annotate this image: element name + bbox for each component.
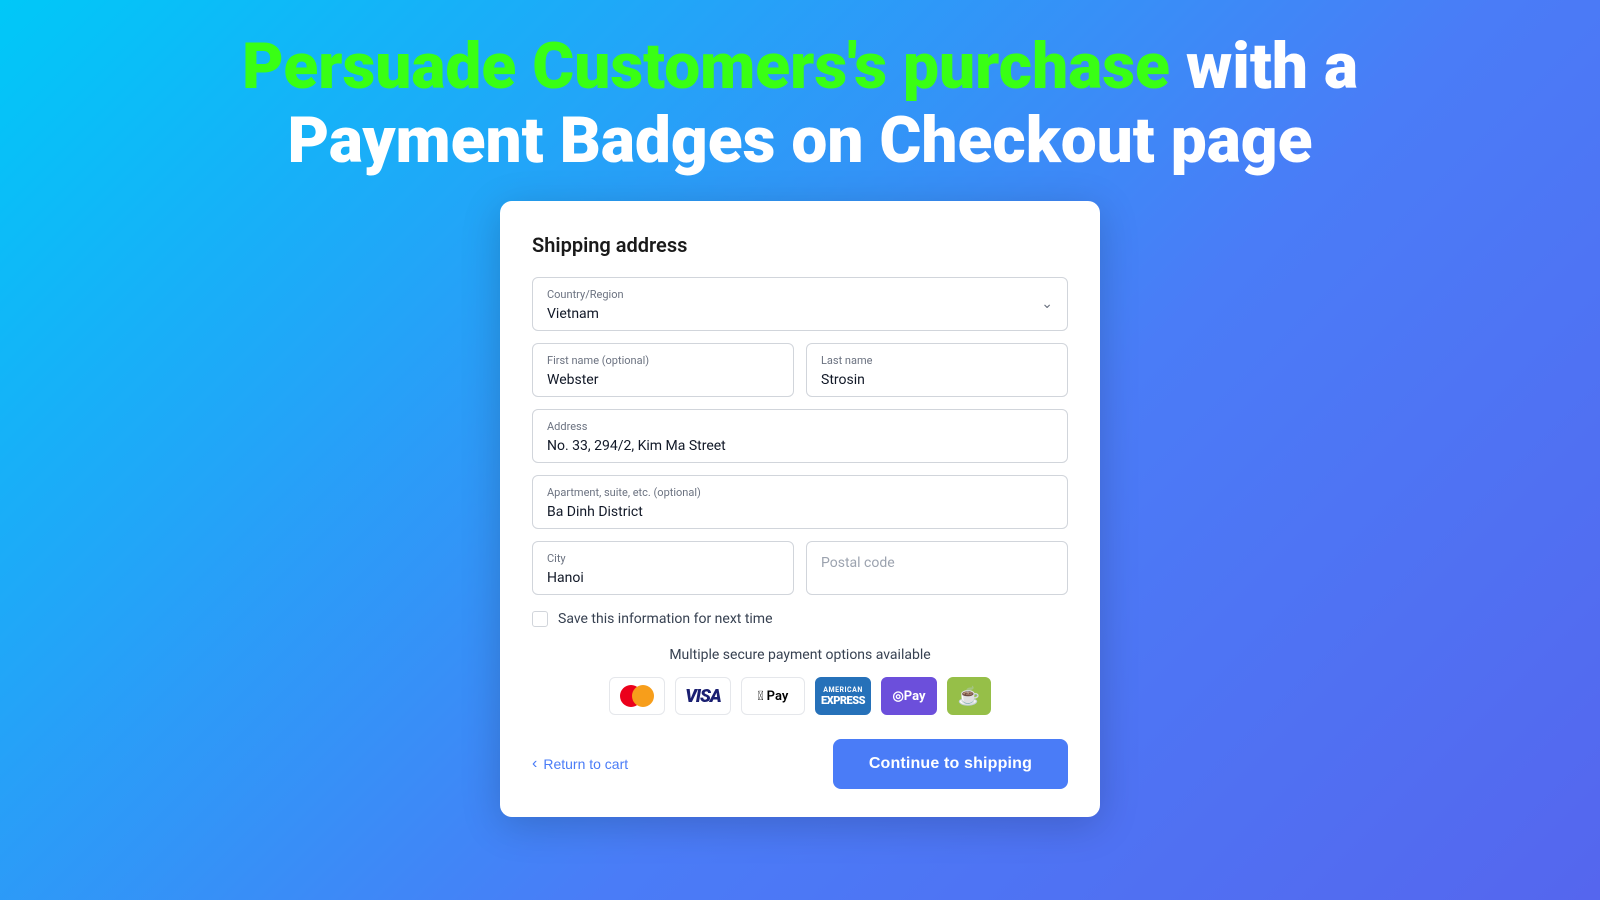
hero-line2: Payment Badges on Checkout page xyxy=(288,103,1313,178)
shopify-icon: ☕ xyxy=(958,686,980,707)
mc-orange-circle xyxy=(632,685,654,707)
hero-title: Persuade Customers's purchase with a Pay… xyxy=(242,30,1358,177)
return-to-cart-label: Return to cart xyxy=(543,756,628,772)
address-value: No. 33, 294/2, Kim Ma Street xyxy=(547,438,726,454)
apartment-field-group: Apartment, suite, etc. (optional) Ba Din… xyxy=(532,475,1068,529)
payment-badges: VISA  Pay AMERICAN EXPRESS ◎Pay ☕ xyxy=(532,677,1068,715)
city-value: Hanoi xyxy=(547,570,584,586)
city-field[interactable]: City Hanoi xyxy=(532,541,794,595)
visa-badge: VISA xyxy=(675,677,731,715)
save-info-label: Save this information for next time xyxy=(558,611,773,627)
country-field-group: Country/Region Vietnam ⌄ xyxy=(532,277,1068,331)
chevron-left-icon: ‹ xyxy=(532,755,537,773)
country-field[interactable]: Country/Region Vietnam ⌄ xyxy=(532,277,1068,331)
shipping-section-title: Shipping address xyxy=(532,233,1068,257)
save-info-row[interactable]: Save this information for next time xyxy=(532,611,1068,627)
footer-actions: ‹ Return to cart Continue to shipping xyxy=(532,739,1068,789)
opay-badge: ◎Pay xyxy=(881,677,937,715)
country-label: Country/Region xyxy=(547,288,1053,301)
save-info-checkbox[interactable] xyxy=(532,611,548,627)
address-field[interactable]: Address No. 33, 294/2, Kim Ma Street xyxy=(532,409,1068,463)
last-name-field[interactable]: Last name Strosin xyxy=(806,343,1068,397)
address-field-group: Address No. 33, 294/2, Kim Ma Street xyxy=(532,409,1068,463)
first-name-value: Webster xyxy=(547,372,598,388)
country-value: Vietnam xyxy=(547,306,599,322)
apartment-field[interactable]: Apartment, suite, etc. (optional) Ba Din… xyxy=(532,475,1068,529)
first-name-field[interactable]: First name (optional) Webster xyxy=(532,343,794,397)
payment-text: Multiple secure payment options availabl… xyxy=(532,647,1068,663)
city-label: City xyxy=(547,552,779,565)
checkout-card: Shipping address Country/Region Vietnam … xyxy=(500,201,1100,817)
last-name-value: Strosin xyxy=(821,372,865,388)
address-label: Address xyxy=(547,420,1053,433)
continue-to-shipping-button[interactable]: Continue to shipping xyxy=(833,739,1068,789)
hero-line1-green: Persuade Customers's purchase xyxy=(242,29,1170,104)
postal-field[interactable]: Postal code xyxy=(806,541,1068,595)
hero-line1-white: with a xyxy=(1170,29,1358,104)
first-name-label: First name (optional) xyxy=(547,354,779,367)
applepay-icon:  Pay xyxy=(758,689,789,704)
chevron-down-icon: ⌄ xyxy=(1041,296,1053,312)
city-postal-row: City Hanoi Postal code xyxy=(532,541,1068,595)
amex-badge: AMERICAN EXPRESS xyxy=(815,677,871,715)
return-to-cart-button[interactable]: ‹ Return to cart xyxy=(532,755,628,773)
opay-icon: ◎Pay xyxy=(892,689,925,704)
visa-icon: VISA xyxy=(685,686,721,707)
shopify-badge: ☕ xyxy=(947,677,991,715)
payment-section: Multiple secure payment options availabl… xyxy=(532,647,1068,715)
apartment-value: Ba Dinh District xyxy=(547,504,643,520)
apartment-label: Apartment, suite, etc. (optional) xyxy=(547,486,1053,499)
mastercard-badge xyxy=(609,677,665,715)
name-row: First name (optional) Webster Last name … xyxy=(532,343,1068,397)
postal-placeholder: Postal code xyxy=(821,555,895,571)
amex-icon: AMERICAN EXPRESS xyxy=(821,686,865,707)
mastercard-icon xyxy=(620,685,654,707)
last-name-label: Last name xyxy=(821,354,1053,367)
applepay-badge:  Pay xyxy=(741,677,805,715)
